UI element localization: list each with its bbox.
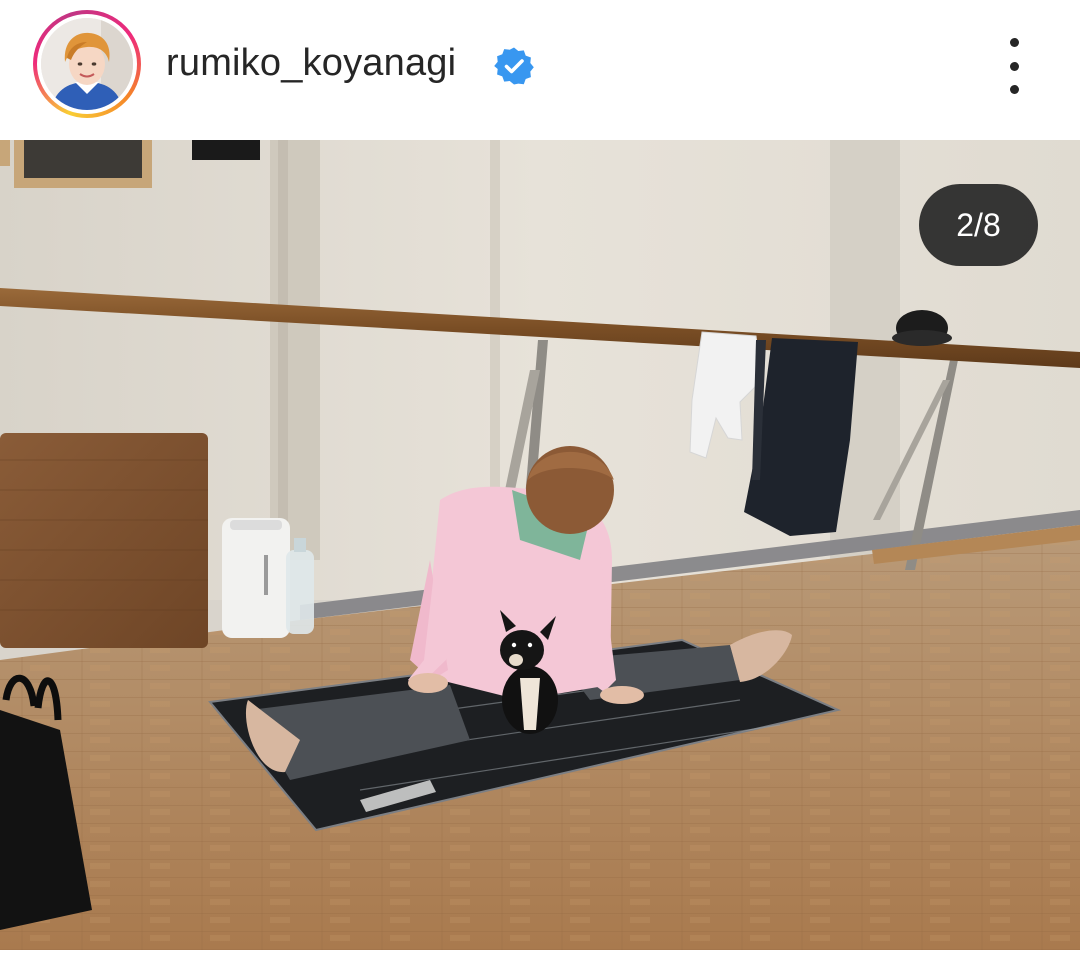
- more-options-icon[interactable]: [992, 38, 1036, 94]
- post-photo[interactable]: [0, 140, 1080, 950]
- verified-badge-icon: [494, 47, 534, 85]
- dance-studio-photo: [0, 140, 1080, 950]
- avatar[interactable]: [41, 18, 133, 110]
- story-ring[interactable]: [33, 10, 141, 118]
- username[interactable]: rumiko_koyanagi: [166, 42, 456, 85]
- post-header: rumiko_koyanagi: [0, 0, 1080, 140]
- carousel-counter: 2/8: [919, 184, 1038, 266]
- avatar-image: [41, 18, 133, 110]
- post-footer: [0, 950, 1080, 980]
